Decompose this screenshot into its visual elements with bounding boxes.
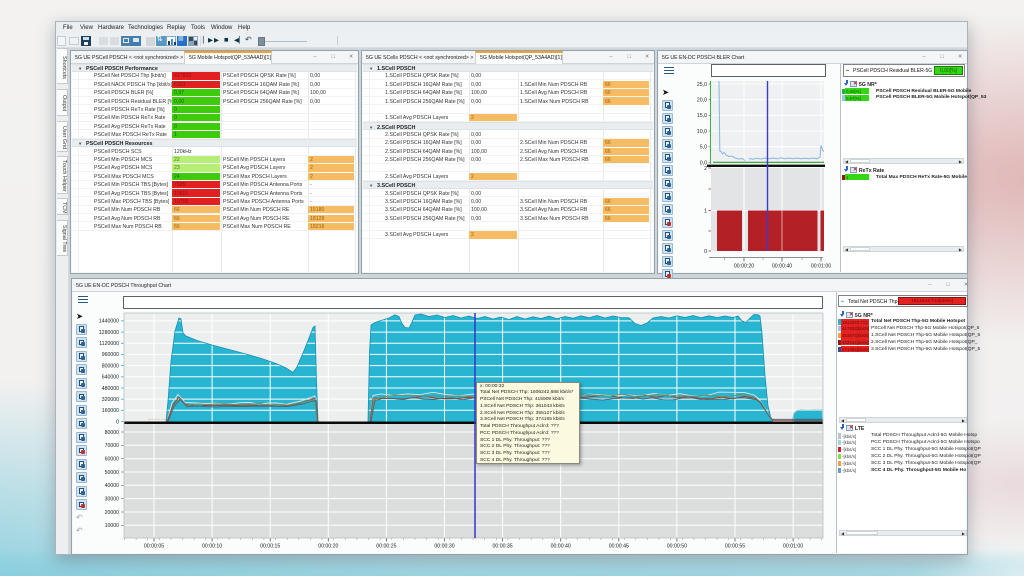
svg-text:60000: 60000 — [105, 456, 120, 462]
svg-text:00:00:30: 00:00:30 — [434, 543, 454, 549]
svg-text:5,0: 5,0 — [700, 144, 707, 150]
svg-text:800000: 800000 — [102, 363, 119, 369]
svg-text:00:01:00: 00:01:00 — [811, 263, 831, 269]
svg-text:1440000: 1440000 — [99, 318, 119, 324]
svg-text:2: 2 — [704, 166, 707, 172]
svg-text:160000: 160000 — [102, 408, 119, 414]
svg-text:00:00:35: 00:00:35 — [492, 543, 512, 549]
svg-text:50000: 50000 — [105, 469, 120, 475]
svg-text:0: 0 — [116, 419, 119, 425]
svg-text:1: 1 — [704, 208, 707, 214]
svg-text:00:00:15: 00:00:15 — [260, 543, 280, 549]
svg-text:0: 0 — [704, 249, 707, 255]
svg-text:00:00:50: 00:00:50 — [667, 543, 687, 549]
svg-text:640000: 640000 — [102, 374, 119, 380]
svg-text:70000: 70000 — [105, 443, 120, 449]
svg-text:25,0: 25,0 — [697, 81, 707, 87]
svg-text:00:00:25: 00:00:25 — [376, 543, 396, 549]
svg-text:80000: 80000 — [105, 429, 120, 435]
svg-text:00:00:40: 00:00:40 — [772, 263, 792, 269]
svg-text:00:00:10: 00:00:10 — [202, 543, 222, 549]
svg-text:00:00:05: 00:00:05 — [144, 543, 164, 549]
svg-text:1280000: 1280000 — [99, 329, 119, 335]
svg-text:40000: 40000 — [105, 483, 120, 489]
svg-text:20000: 20000 — [105, 509, 120, 515]
svg-text:00:00:45: 00:00:45 — [609, 543, 629, 549]
svg-text:00:00:20: 00:00:20 — [318, 543, 338, 549]
svg-text:00:00:40: 00:00:40 — [551, 543, 571, 549]
svg-text:20,0: 20,0 — [697, 97, 707, 103]
svg-text:30000: 30000 — [105, 496, 120, 502]
svg-text:480000: 480000 — [102, 385, 119, 391]
svg-text:10000: 10000 — [105, 523, 120, 529]
svg-text:960000: 960000 — [102, 352, 119, 358]
svg-text:15,0: 15,0 — [697, 113, 707, 119]
svg-text:00:01:00: 00:01:00 — [783, 543, 803, 549]
svg-text:00:00:55: 00:00:55 — [725, 543, 745, 549]
svg-text:10,0: 10,0 — [697, 128, 707, 134]
svg-text:1120000: 1120000 — [99, 341, 119, 347]
svg-text:320000: 320000 — [102, 397, 119, 403]
svg-text:00:00:20: 00:00:20 — [734, 263, 754, 269]
